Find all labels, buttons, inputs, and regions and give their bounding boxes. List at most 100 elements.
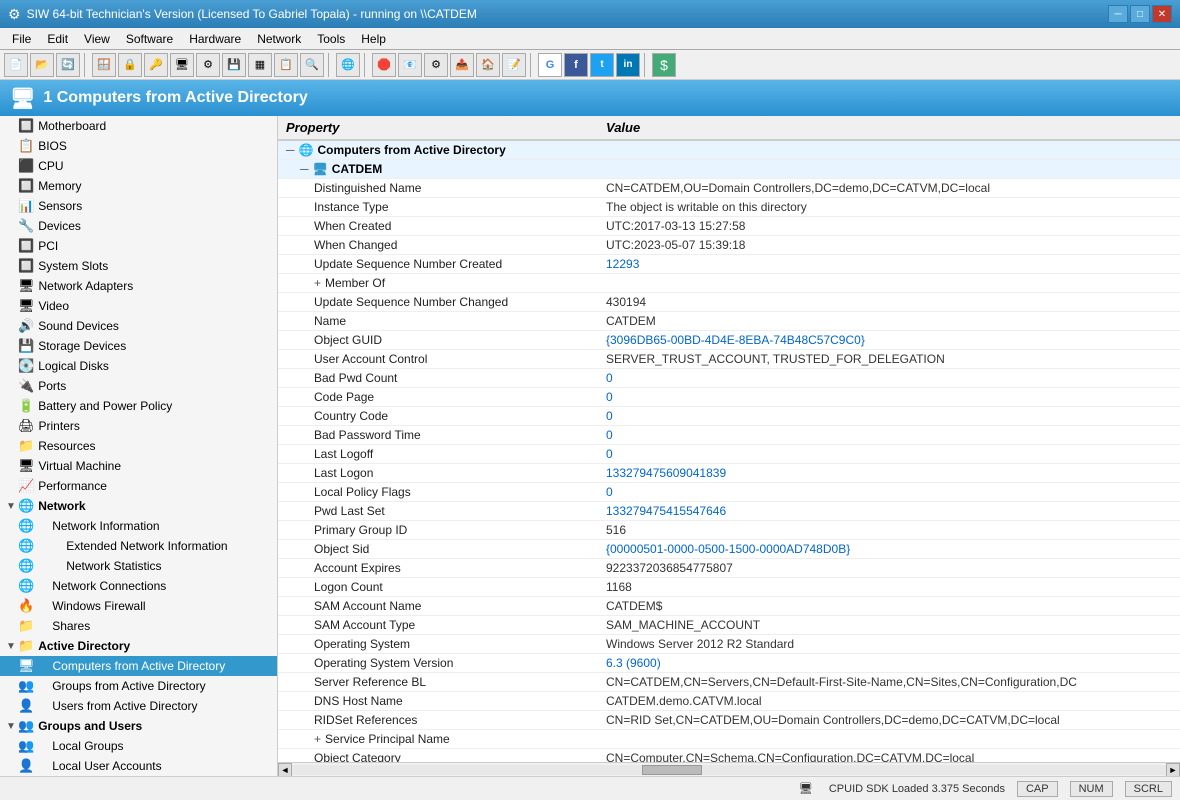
menu-network[interactable]: Network: [249, 30, 309, 48]
hscroll-track[interactable]: [292, 765, 1166, 775]
hscroll-thumb[interactable]: [642, 765, 702, 775]
sidebar-item-battery[interactable]: 🔋 Battery and Power Policy: [0, 396, 277, 416]
motherboard-icon: 🔲: [18, 118, 34, 134]
toolbar-gear2[interactable]: ⚙: [424, 53, 448, 77]
menu-hardware[interactable]: Hardware: [181, 30, 249, 48]
table-row: Instance TypeThe object is writable on t…: [278, 198, 1180, 217]
sidebar-item-groups-ad[interactable]: 👥 Groups from Active Directory: [0, 676, 277, 696]
sidebar-item-devices[interactable]: 🔧 Devices: [0, 216, 277, 236]
sidebar-item-sound[interactable]: 🔊 Sound Devices: [0, 316, 277, 336]
table-row: Bad Password Time0: [278, 426, 1180, 445]
sidebar-item-sysslots[interactable]: 🔲 System Slots: [0, 256, 277, 276]
cpu-icon: ⬛: [18, 158, 34, 174]
toolbar-settings[interactable]: ⚙: [196, 53, 220, 77]
toolbar-grid[interactable]: ▦: [248, 53, 272, 77]
sidebar-item-bios[interactable]: 📋 BIOS: [0, 136, 277, 156]
prop-label: Operating System: [278, 635, 598, 654]
sidebar-label-resources: Resources: [38, 439, 95, 453]
toolbar-home[interactable]: 🏠: [476, 53, 500, 77]
toolbar-linkedin[interactable]: in: [616, 53, 640, 77]
toolbar-export[interactable]: 📤: [450, 53, 474, 77]
sidebar-item-localgroups[interactable]: 👥 Local Groups: [0, 736, 277, 756]
table-row: Account Expires9223372036854775807: [278, 559, 1180, 578]
menu-file[interactable]: File: [4, 30, 39, 48]
maximize-button[interactable]: □: [1130, 5, 1150, 23]
section-header: ─🌐Computers from Active Directory: [278, 140, 1180, 160]
sidebar-label-printers: Printers: [39, 419, 80, 433]
toolbar-dollar[interactable]: $: [652, 53, 676, 77]
sidebar-item-computers-ad[interactable]: 🖥 Computers from Active Directory: [0, 656, 277, 676]
prop-value: [598, 274, 1180, 293]
toolbar-new[interactable]: 📄: [4, 53, 28, 77]
horizontal-scrollbar[interactable]: ◄ ►: [278, 762, 1180, 776]
menu-help[interactable]: Help: [353, 30, 394, 48]
sidebar-item-motherboard[interactable]: 🔲 Motherboard: [0, 116, 277, 136]
sidebar-item-memory[interactable]: 🔲 Memory: [0, 176, 277, 196]
sidebar-item-netadapters[interactable]: 🖥 Network Adapters: [0, 276, 277, 296]
sidebar-label-firewall: Windows Firewall: [38, 599, 145, 613]
sidebar-item-storage[interactable]: 💾 Storage Devices: [0, 336, 277, 356]
toolbar-hdd[interactable]: 💾: [222, 53, 246, 77]
minimize-button[interactable]: ─: [1108, 5, 1128, 23]
toolbar-sep2: [328, 53, 332, 77]
sidebar-label-groupsusers-group: Groups and Users: [38, 719, 142, 733]
hscroll-left-btn[interactable]: ◄: [278, 763, 292, 777]
menu-edit[interactable]: Edit: [39, 30, 76, 48]
toolbar-email[interactable]: 📧: [398, 53, 422, 77]
toolbar-refresh[interactable]: 🔄: [56, 53, 80, 77]
sidebar-item-sensors[interactable]: 📊 Sensors: [0, 196, 277, 216]
toolbar-windows[interactable]: 🪟: [92, 53, 116, 77]
toolbar-lock[interactable]: 🔒: [118, 53, 142, 77]
sidebar-label-sysslots: System Slots: [38, 259, 108, 273]
sidebar-item-network-group[interactable]: ▼ 🌐 Network: [0, 496, 277, 516]
table-row: Local Policy Flags0: [278, 483, 1180, 502]
sidebar-item-cpu[interactable]: ⬛ CPU: [0, 156, 277, 176]
sidebar-item-netconn[interactable]: 🌐 Network Connections: [0, 576, 277, 596]
sidebar-label-sound: Sound Devices: [38, 319, 119, 333]
menu-tools[interactable]: Tools: [309, 30, 353, 48]
toolbar-search[interactable]: 🔍: [300, 53, 324, 77]
table-row: NameCATDEM: [278, 312, 1180, 331]
menu-software[interactable]: Software: [118, 30, 181, 48]
sidebar-item-pci[interactable]: 🔲 PCI: [0, 236, 277, 256]
toolbar-note[interactable]: 📝: [502, 53, 526, 77]
toolbar-twitter[interactable]: t: [590, 53, 614, 77]
menu-view[interactable]: View: [76, 30, 118, 48]
content-scroll[interactable]: Property Value ─🌐Computers from Active D…: [278, 116, 1180, 762]
sidebar-item-users-ad[interactable]: 👤 Users from Active Directory: [0, 696, 277, 716]
toolbar-monitor[interactable]: 🖥: [170, 53, 194, 77]
sidebar-item-extnetinfo[interactable]: 🌐 Extended Network Information: [0, 536, 277, 556]
sidebar-item-resources[interactable]: 📁 Resources: [0, 436, 277, 456]
title-left: ⚙ SIW 64-bit Technician's Version (Licen…: [8, 6, 477, 23]
toolbar-google[interactable]: G: [538, 53, 562, 77]
toolbar-red[interactable]: 🛑: [372, 53, 396, 77]
window-buttons: ─ □ ✕: [1108, 5, 1172, 23]
sidebar-item-vm[interactable]: 🖥 Virtual Machine: [0, 456, 277, 476]
sidebar-item-shares[interactable]: 📁 Shares: [0, 616, 277, 636]
sidebar-label-groups-ad: Groups from Active Directory: [38, 679, 205, 693]
sidebar-item-ports[interactable]: 🔌 Ports: [0, 376, 277, 396]
toolbar-facebook[interactable]: f: [564, 53, 588, 77]
sidebar-item-video[interactable]: 🖥 Video: [0, 296, 277, 316]
sidebar-item-logicaldisks[interactable]: 💽 Logical Disks: [0, 356, 277, 376]
property-table: Property Value ─🌐Computers from Active D…: [278, 116, 1180, 762]
bios-icon: 📋: [18, 138, 34, 154]
prop-value: 0: [598, 483, 1180, 502]
toolbar-key[interactable]: 🔑: [144, 53, 168, 77]
toolbar-network[interactable]: 🌐: [336, 53, 360, 77]
sidebar-item-firewall[interactable]: 🔥 Windows Firewall: [0, 596, 277, 616]
sidebar-item-printers[interactable]: 🖨 Printers: [0, 416, 277, 436]
prop-label: +Service Principal Name: [278, 730, 598, 749]
toolbar-open[interactable]: 📂: [30, 53, 54, 77]
sidebar-item-localusers[interactable]: 👤 Local User Accounts: [0, 756, 277, 776]
section2-header: ─🖥CATDEM: [278, 160, 1180, 179]
sidebar-item-activedir-group[interactable]: ▼ 📁 Active Directory: [0, 636, 277, 656]
sidebar-item-performance[interactable]: 📈 Performance: [0, 476, 277, 496]
sidebar-item-netstats[interactable]: 🌐 Network Statistics: [0, 556, 277, 576]
sidebar-item-netinfo[interactable]: 🌐 Network Information: [0, 516, 277, 536]
sidebar-label-users-ad: Users from Active Directory: [38, 699, 197, 713]
toolbar-doc[interactable]: 📋: [274, 53, 298, 77]
sidebar-item-groupsusers-group[interactable]: ▼ 👥 Groups and Users: [0, 716, 277, 736]
activedir-group-icon: 📁: [18, 638, 34, 654]
prop-label: SAM Account Name: [278, 597, 598, 616]
